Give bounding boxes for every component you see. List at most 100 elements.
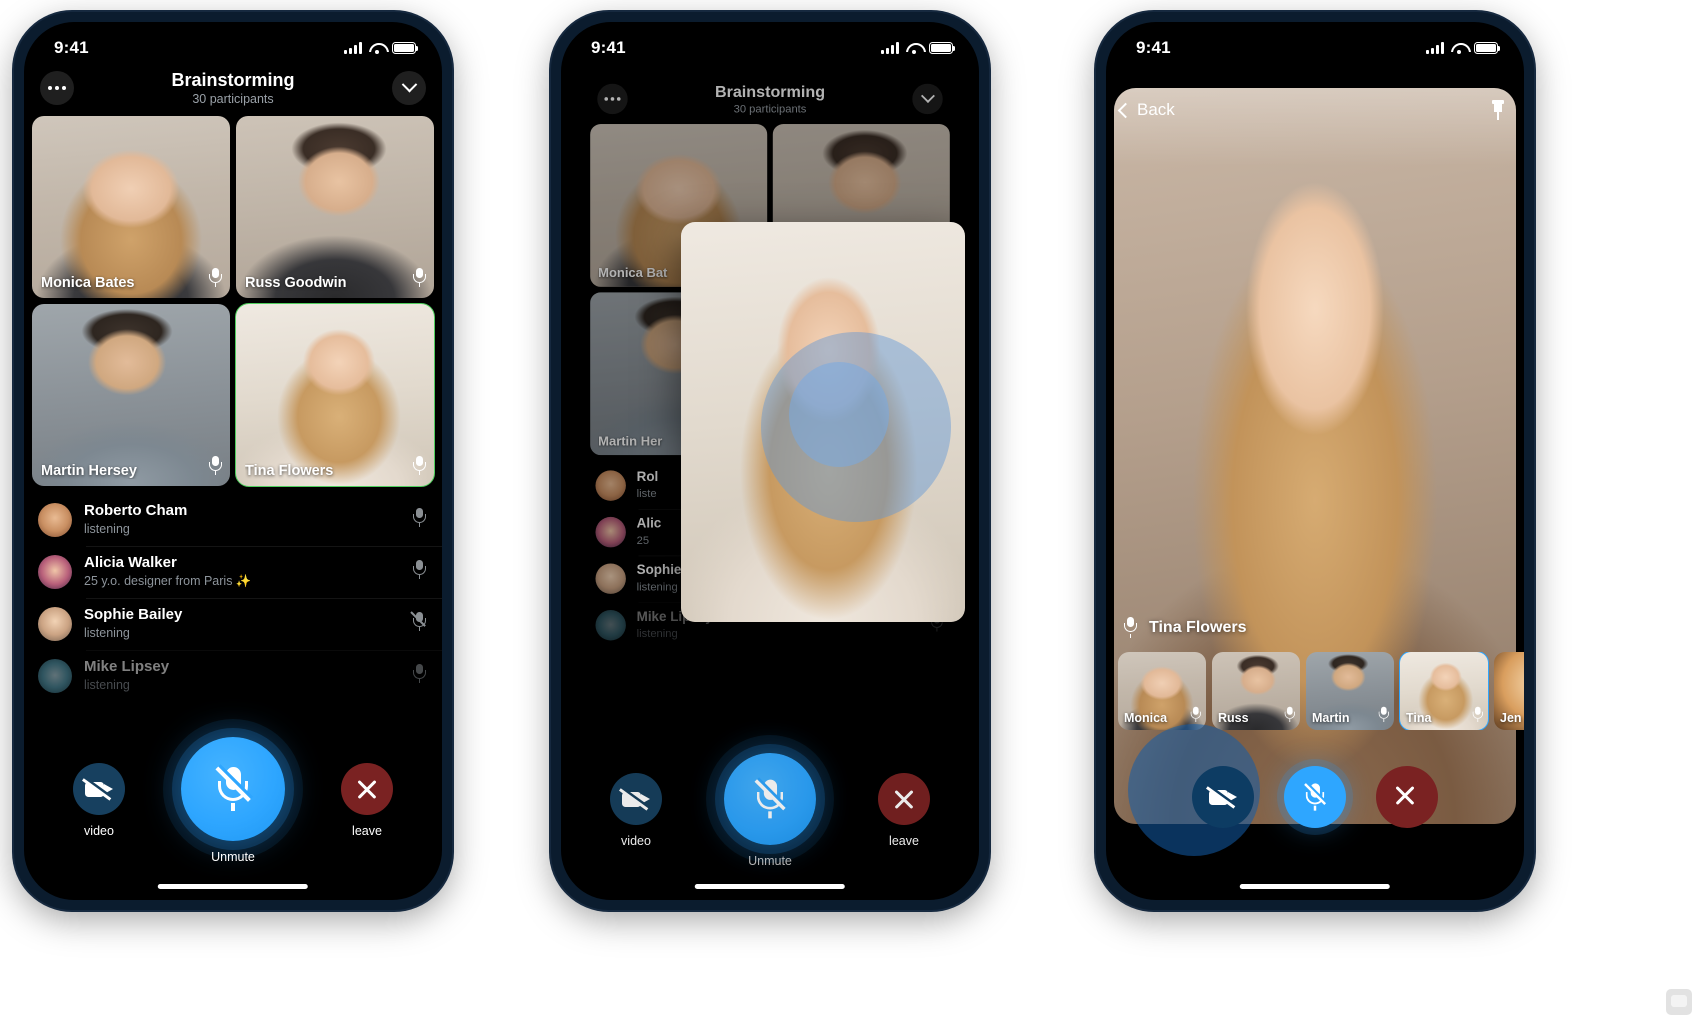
thumbnail-monica[interactable]: Monica bbox=[1118, 652, 1206, 730]
participant-name: Alicia Walker bbox=[84, 553, 177, 571]
video-control[interactable]: video bbox=[577, 773, 695, 848]
thumbnail-label: Russ bbox=[1218, 711, 1249, 725]
mic-muted-icon bbox=[215, 766, 251, 811]
screenshot-stage: 9:41 Brainstorming 30 participants Monic… bbox=[0, 0, 1706, 1021]
mic-muted-icon bbox=[754, 779, 786, 819]
wifi-icon bbox=[369, 42, 385, 54]
participant-status: listening bbox=[84, 522, 130, 537]
battery-icon bbox=[929, 42, 956, 54]
call-header: Brainstorming 30 participants bbox=[24, 58, 442, 116]
camera-off-icon bbox=[82, 777, 113, 800]
back-button[interactable]: Back bbox=[1117, 100, 1175, 120]
leave-call-button[interactable] bbox=[878, 773, 930, 825]
battery-icon bbox=[392, 42, 419, 54]
mic-on-icon bbox=[413, 559, 426, 584]
status-indicators bbox=[1426, 42, 1501, 54]
thumbnail-label: Monica bbox=[1124, 711, 1168, 725]
back-label: Back bbox=[1137, 100, 1175, 119]
avatar bbox=[38, 554, 72, 589]
mic-on-icon bbox=[413, 507, 426, 532]
chevron-left-icon bbox=[1117, 102, 1134, 118]
camera-off-icon bbox=[619, 787, 650, 810]
tile-label: Martin Hersey bbox=[41, 462, 137, 479]
unmute-control[interactable]: Unmute bbox=[158, 737, 308, 864]
mic-on-icon bbox=[413, 267, 426, 292]
mic-on-icon bbox=[1284, 706, 1295, 726]
video-feed bbox=[32, 115, 230, 298]
video-label: video bbox=[84, 824, 114, 838]
speaker-name: Tina Flowers bbox=[1149, 618, 1247, 636]
video-control[interactable]: video bbox=[40, 763, 158, 838]
list-item-text: Mike Lipsey listening bbox=[84, 658, 401, 694]
list-item[interactable]: Mike Lipsey listening bbox=[24, 649, 442, 702]
unmute-button[interactable] bbox=[724, 753, 816, 845]
mute-button[interactable] bbox=[1284, 766, 1346, 828]
unmute-control[interactable]: Unmute bbox=[695, 753, 845, 868]
tile-label: Tina Flowers bbox=[245, 462, 334, 479]
unmute-label: Unmute bbox=[211, 850, 255, 864]
status-time: 9:41 bbox=[1136, 38, 1171, 57]
participant-thumbnail-strip[interactable]: Monica Russ Martin Tina Jen bbox=[1106, 652, 1524, 730]
phone-3-frame: 9:41 Back Tina Flowers Monica Russ Marti… bbox=[1096, 12, 1534, 910]
list-item[interactable]: Roberto Cham listening bbox=[24, 494, 442, 546]
list-item-text: Sophie Bailey listening bbox=[84, 606, 401, 642]
leave-label: leave bbox=[352, 824, 382, 838]
participant-name: Sophie Bailey bbox=[84, 605, 183, 623]
call-controls: video Unmute leave bbox=[24, 737, 442, 864]
close-x-icon bbox=[355, 777, 379, 801]
participant-status: listening bbox=[84, 626, 130, 641]
leave-call-button[interactable] bbox=[1376, 766, 1438, 828]
thumbnail-jenny[interactable]: Jen bbox=[1494, 652, 1524, 730]
video-feed bbox=[236, 303, 434, 486]
tap-ripple-inner bbox=[789, 362, 889, 467]
leave-call-button[interactable] bbox=[341, 763, 393, 815]
video-toggle-button[interactable] bbox=[610, 773, 662, 825]
expanded-video-preview[interactable] bbox=[681, 222, 965, 622]
mic-on-icon bbox=[1378, 706, 1389, 726]
avatar bbox=[38, 658, 72, 693]
phone-2-frame: 9:41 Brainstorming 30 participants Monic… bbox=[551, 12, 989, 910]
thumbnail-tina[interactable]: Tina bbox=[1399, 652, 1489, 730]
collapse-button[interactable] bbox=[392, 70, 426, 105]
call-controls: video Unmute leave bbox=[561, 753, 979, 868]
video-toggle-button[interactable] bbox=[73, 763, 125, 815]
video-feed bbox=[236, 115, 434, 298]
status-bar: 9:41 bbox=[24, 22, 442, 58]
close-x-icon bbox=[892, 787, 916, 811]
participant-name: Mike Lipsey bbox=[84, 657, 170, 675]
thumbnail-russ[interactable]: Russ bbox=[1212, 652, 1300, 730]
more-options-button[interactable] bbox=[40, 70, 74, 105]
thumbnail-label: Jen bbox=[1500, 711, 1522, 725]
close-x-icon bbox=[1393, 783, 1421, 811]
participant-list: Roberto Cham listening Alicia Walker 25 … bbox=[24, 494, 442, 702]
status-indicators bbox=[344, 42, 419, 54]
watermark: El androide libre bbox=[1552, 989, 1692, 1015]
list-item[interactable]: Sophie Bailey listening bbox=[24, 597, 442, 650]
list-item[interactable]: Alicia Walker 25 y.o. designer from Pari… bbox=[24, 545, 442, 598]
leave-control[interactable]: leave bbox=[845, 773, 963, 848]
android-robot-icon bbox=[1666, 989, 1692, 1015]
watermark-text: El androide libre bbox=[1551, 993, 1660, 1011]
pin-icon[interactable] bbox=[1490, 100, 1506, 120]
status-indicators bbox=[881, 42, 956, 54]
phone-1-screen: 9:41 Brainstorming 30 participants Monic… bbox=[24, 22, 442, 900]
participant-count: 30 participants bbox=[192, 91, 274, 106]
video-toggle-button[interactable] bbox=[1192, 766, 1254, 828]
cellular-signal-icon bbox=[1426, 42, 1444, 54]
video-tile-tina[interactable]: Tina Flowers bbox=[235, 302, 435, 487]
tile-label: Monica Bates bbox=[41, 274, 135, 291]
video-tile-monica[interactable]: Monica Bates bbox=[32, 115, 230, 298]
leave-control[interactable]: leave bbox=[308, 763, 426, 838]
page-title: Brainstorming bbox=[171, 70, 295, 90]
status-time: 9:41 bbox=[54, 38, 89, 57]
status-bar: 9:41 bbox=[1106, 22, 1524, 58]
video-tile-russ[interactable]: Russ Goodwin bbox=[236, 115, 434, 298]
thumbnail-martin[interactable]: Martin bbox=[1306, 652, 1394, 730]
unmute-button[interactable] bbox=[181, 737, 285, 841]
chevron-down-icon bbox=[401, 77, 417, 93]
video-tile-martin[interactable]: Martin Hersey bbox=[32, 303, 230, 486]
wifi-icon bbox=[906, 42, 922, 54]
phone-1-frame: 9:41 Brainstorming 30 participants Monic… bbox=[14, 12, 452, 910]
status-bar: 9:41 bbox=[561, 22, 979, 58]
mic-on-icon bbox=[413, 663, 426, 688]
